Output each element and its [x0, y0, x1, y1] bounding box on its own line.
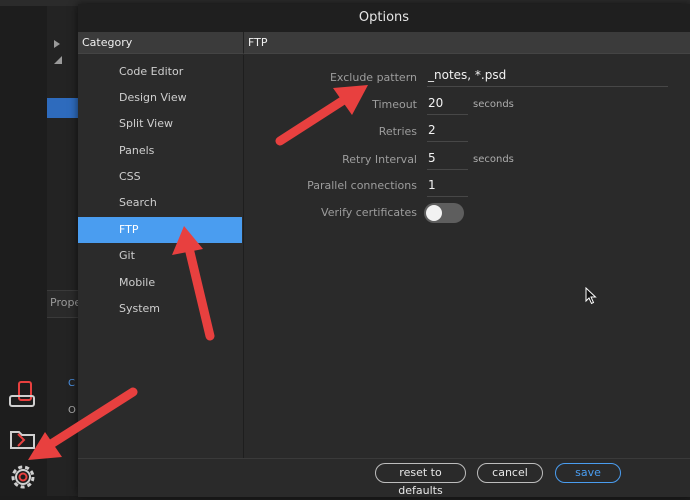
category-item-code-editor[interactable]: Code Editor	[78, 59, 242, 85]
category-list: Code Editor Design View Split View Panel…	[78, 55, 244, 458]
section-header: FTP	[243, 32, 690, 54]
timeout-input[interactable]: 20	[427, 92, 468, 115]
parallel-connections-input[interactable]: 1	[427, 174, 468, 197]
cancel-button[interactable]: cancel	[477, 463, 543, 483]
retry-interval-label: Retry Interval	[342, 153, 417, 166]
dialog-footer: reset to defaults cancel save	[78, 458, 690, 497]
category-item-design-view[interactable]: Design View	[78, 85, 242, 111]
properties-panel-label: Prope	[50, 296, 82, 309]
tree-expand-icon[interactable]	[52, 38, 64, 68]
file-tree-selected-row[interactable]	[47, 98, 78, 118]
verify-certificates-label: Verify certificates	[321, 206, 417, 219]
category-item-system[interactable]: System	[78, 296, 242, 322]
category-item-git[interactable]: Git	[78, 243, 242, 269]
timeout-unit: seconds	[473, 99, 514, 110]
background-text: O	[68, 405, 76, 416]
cursor-icon	[585, 287, 597, 305]
category-item-split-view[interactable]: Split View	[78, 111, 242, 137]
category-item-panels[interactable]: Panels	[78, 138, 242, 164]
retries-input[interactable]: 2	[427, 119, 468, 142]
background-text: C	[68, 378, 75, 389]
category-item-search[interactable]: Search	[78, 190, 242, 216]
retries-label: Retries	[378, 125, 417, 138]
toggle-knob	[426, 205, 442, 221]
parallel-connections-label: Parallel connections	[307, 179, 417, 192]
ftp-settings-panel: Exclude pattern _notes, *.psd Timeout 20…	[244, 55, 690, 458]
exclude-pattern-input[interactable]: _notes, *.psd	[427, 64, 668, 87]
reset-to-defaults-button[interactable]: reset to defaults	[375, 463, 466, 497]
category-item-mobile[interactable]: Mobile	[78, 270, 242, 296]
dialog-title: Options	[78, 4, 690, 32]
timeout-label: Timeout	[372, 98, 417, 111]
device-icon[interactable]	[6, 378, 40, 412]
save-button[interactable]: save	[555, 463, 621, 483]
exclude-pattern-label: Exclude pattern	[329, 71, 417, 84]
category-header: Category	[78, 32, 243, 54]
options-dialog: Options Category FTP Code Editor Design …	[78, 4, 690, 497]
category-item-ftp[interactable]: FTP	[78, 217, 242, 243]
category-item-css[interactable]: CSS	[78, 164, 242, 190]
retry-interval-unit: seconds	[473, 154, 514, 165]
gear-icon[interactable]	[6, 460, 40, 494]
extract-icon[interactable]	[6, 420, 40, 454]
verify-certificates-toggle[interactable]	[424, 203, 464, 223]
retry-interval-input[interactable]: 5	[427, 147, 468, 170]
